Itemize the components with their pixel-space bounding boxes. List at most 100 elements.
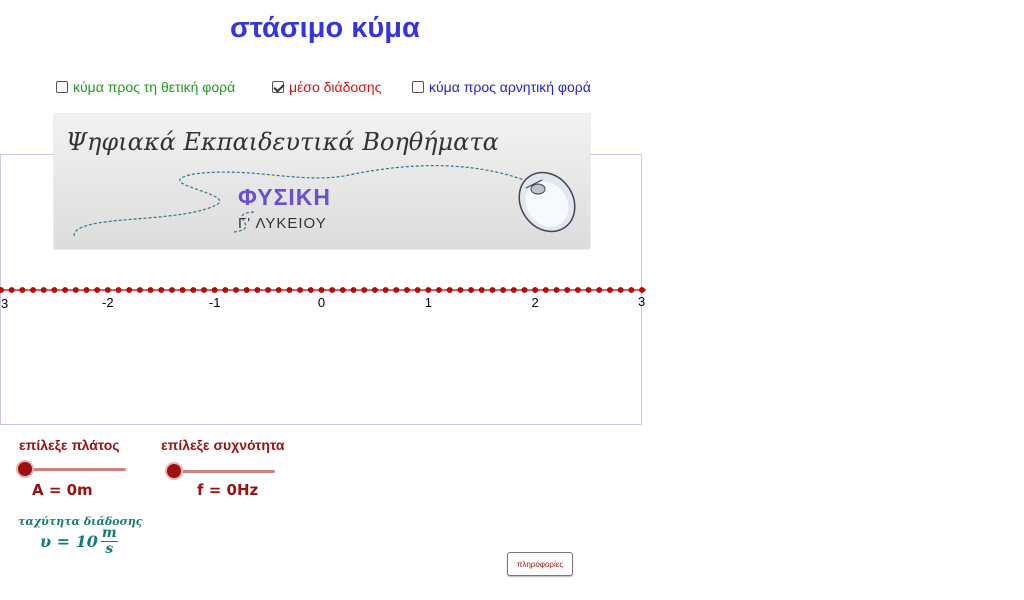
frequency-value: f = 0Hz — [197, 481, 259, 499]
info-button[interactable]: πληροφορίες — [507, 552, 573, 576]
axis-tick-label: 1 — [425, 295, 432, 310]
medium-particles — [0, 287, 645, 293]
medium-particle — [115, 287, 122, 293]
medium-particle — [94, 287, 101, 293]
medium-particle — [510, 287, 517, 293]
medium-particle — [158, 287, 165, 293]
banner-class: Γ' ΛΥΚΕΙΟΥ — [238, 215, 327, 232]
medium-particle — [436, 287, 442, 293]
axis-tick-label: 0 — [318, 295, 325, 310]
page-title: στάσιμο κύμα — [230, 12, 420, 44]
medium-particle — [553, 287, 560, 293]
frequency-slider-label: επίλεξε συχνότητα — [161, 437, 285, 453]
medium-particle — [542, 287, 549, 293]
medium-particle — [136, 287, 143, 293]
x-axis: 3 3 -2 -1 0 1 2 — [0, 287, 646, 311]
axis-ticks: -2 -1 0 1 2 — [102, 295, 539, 310]
medium-particle — [147, 287, 154, 293]
medium-particle — [19, 287, 26, 293]
speed-unit-numerator: m — [100, 525, 118, 542]
medium-particle — [521, 287, 528, 293]
medium-particle — [265, 287, 271, 293]
medium-particle — [62, 287, 68, 293]
medium-particle — [414, 287, 421, 293]
axis-tick-label: 2 — [532, 295, 539, 310]
medium-particle — [425, 287, 432, 293]
axis-tick-label: -2 — [102, 295, 114, 310]
checkbox-medium[interactable]: μέσο διάδοσης — [272, 79, 381, 95]
medium-particle — [190, 287, 197, 293]
medium-particle — [126, 287, 133, 293]
medium-particle — [233, 287, 239, 293]
medium-particle — [307, 287, 314, 293]
medium-particle — [179, 287, 186, 293]
medium-particle — [468, 287, 474, 293]
banner-logo: Ψηφιακά Εκπαιδευτικά Βοηθήματα ΦΥΣΙΚΗ Γ'… — [54, 114, 590, 249]
medium-particle — [339, 287, 346, 293]
medium-particle — [104, 287, 111, 293]
checkbox-box[interactable] — [412, 81, 424, 93]
medium-particle — [596, 287, 603, 293]
medium-particle — [500, 287, 507, 293]
medium-particle — [361, 287, 368, 293]
amplitude-slider-knob[interactable] — [18, 462, 32, 476]
frequency-slider-track[interactable] — [167, 470, 275, 473]
frequency-slider-knob[interactable] — [167, 464, 181, 478]
banner-subject: ΦΥΣΙΚΗ — [238, 184, 331, 210]
speed-unit-denominator: s — [105, 541, 114, 557]
medium-particle — [275, 287, 282, 293]
medium-particle — [393, 287, 400, 293]
medium-particle — [532, 287, 539, 293]
medium-particle — [575, 287, 581, 293]
medium-particle — [329, 287, 336, 293]
medium-particle — [30, 287, 36, 293]
medium-particle — [318, 287, 325, 293]
medium-particle — [169, 287, 175, 293]
medium-particle — [72, 287, 79, 293]
banner-title: Ψηφιακά Εκπαιδευτικά Βοηθήματα — [66, 128, 499, 156]
speed-formula: υ = 10 m s — [40, 526, 118, 557]
medium-particle — [489, 287, 496, 293]
checkbox-medium-label: μέσο διάδοσης — [289, 79, 382, 95]
medium-particle — [564, 287, 571, 293]
medium-particle — [297, 287, 304, 293]
mouse-icon — [518, 171, 576, 233]
amplitude-slider-track[interactable] — [19, 468, 126, 471]
checkbox-box[interactable] — [56, 81, 68, 93]
checkbox-negative-wave[interactable]: κύμα προς αρνητική φορά — [412, 79, 591, 95]
medium-particle — [404, 287, 410, 293]
medium-particle — [243, 287, 250, 293]
medium-particle — [585, 287, 592, 293]
medium-particle — [617, 287, 624, 293]
medium-particle — [51, 287, 58, 293]
medium-particle — [40, 287, 47, 293]
axis-right-label: 3 — [638, 294, 645, 309]
axis-left-label: 3 — [1, 296, 8, 311]
medium-particle — [457, 287, 464, 293]
medium-particle — [639, 287, 645, 293]
medium-particle — [201, 287, 207, 293]
medium-particle — [382, 287, 389, 293]
speed-prefix: υ = 10 — [40, 532, 98, 551]
medium-particle — [8, 287, 15, 293]
medium-particle — [478, 287, 485, 293]
medium-particle — [628, 287, 635, 293]
axis-tick-label: -1 — [209, 295, 221, 310]
medium-particle — [0, 287, 4, 293]
medium-particle — [372, 287, 378, 293]
checkbox-positive-wave[interactable]: κύμα προς τη θετική φορά — [56, 79, 235, 95]
medium-particle — [350, 287, 357, 293]
amplitude-slider-label: επίλεξε πλάτος — [19, 437, 120, 453]
medium-particle — [83, 287, 90, 293]
checkbox-negative-label: κύμα προς αρνητική φορά — [429, 79, 591, 95]
medium-particle — [607, 287, 613, 293]
medium-particle — [286, 287, 293, 293]
medium-particle — [211, 287, 218, 293]
speed-unit-fraction: m s — [100, 525, 118, 557]
medium-particle — [446, 287, 453, 293]
amplitude-value: A = 0m — [32, 481, 93, 499]
checkbox-positive-label: κύμα προς τη θετική φορά — [73, 79, 236, 95]
checkbox-box-checked[interactable] — [272, 81, 284, 93]
medium-particle — [222, 287, 229, 293]
medium-particle — [254, 287, 261, 293]
